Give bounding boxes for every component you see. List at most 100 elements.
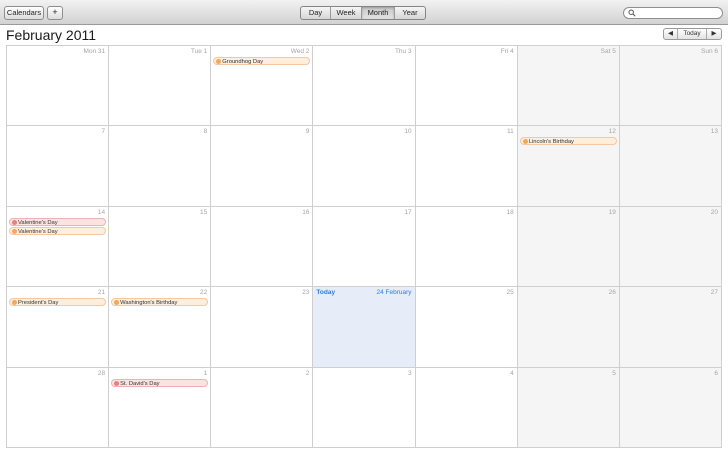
today-indicator: Today	[316, 289, 336, 297]
day-number: 12	[608, 128, 616, 136]
day-cell[interactable]: Thu 3	[313, 46, 416, 127]
day-number: 5	[612, 369, 616, 377]
event-list: Groundhog Day	[213, 57, 311, 66]
day-number: 17	[404, 208, 412, 216]
calendar-event[interactable]: Lincoln's Birthday	[519, 137, 617, 146]
day-number: 28	[97, 369, 106, 377]
day-number: 14	[97, 208, 106, 216]
day-cell[interactable]: 12 Lincoln's Birthday	[517, 126, 620, 207]
day-cell[interactable]: Fri 4	[415, 46, 518, 127]
day-cell[interactable]: 10	[313, 126, 416, 207]
day-cell[interactable]: 3	[313, 367, 416, 448]
calendar-event[interactable]: Groundhog Day	[213, 57, 311, 65]
day-cell[interactable]: 16	[211, 206, 314, 288]
day-number: 13	[710, 128, 718, 136]
calendars-button[interactable]: Calendars	[4, 6, 44, 20]
day-cell[interactable]: 9	[211, 126, 314, 207]
event-dot-icon	[114, 380, 120, 386]
event-list: President's Day	[9, 298, 107, 307]
day-cell[interactable]: Tue 1	[109, 46, 212, 127]
day-cell[interactable]: 13	[619, 126, 722, 207]
day-cell[interactable]: 19	[517, 206, 620, 288]
day-number: 4	[510, 369, 514, 377]
view-year-button[interactable]: Year	[395, 7, 425, 19]
view-month-button[interactable]: Month	[362, 7, 395, 19]
month-title: February 2011	[6, 27, 97, 43]
calendar-event[interactable]: St. David's Day	[111, 378, 209, 387]
day-number: Wed 2	[290, 48, 310, 55]
event-list: Washington's Birthday	[111, 298, 209, 307]
event-list: Valentine's Day Valentine's Day	[9, 217, 107, 236]
calendar-event[interactable]: Valentine's Day	[9, 226, 107, 235]
day-number: 24 February	[376, 289, 412, 297]
day-number: Thu 3	[394, 48, 412, 55]
day-number: 15	[200, 208, 208, 216]
search-input[interactable]	[623, 7, 723, 19]
day-cell[interactable]: Sat 5	[517, 46, 620, 127]
day-cell[interactable]: 20	[619, 206, 722, 288]
day-cell[interactable]: Sun 6	[619, 46, 722, 127]
event-title: Valentine's Day	[18, 228, 58, 235]
day-number: 7	[101, 128, 106, 136]
event-dot-icon	[12, 228, 17, 234]
day-number: 26	[608, 289, 616, 297]
day-cell[interactable]: 5	[517, 367, 620, 448]
day-cell[interactable]: 7	[7, 126, 110, 207]
day-cell[interactable]: 22 Washington's Birthday	[109, 287, 212, 368]
day-cell[interactable]: 17	[313, 206, 416, 288]
day-number: 19	[608, 208, 616, 216]
day-cell[interactable]: 6	[619, 367, 722, 448]
day-number: Fri 4	[500, 48, 514, 55]
day-number: Sat 5	[600, 48, 616, 55]
calendar-event[interactable]: Valentine's Day	[9, 217, 107, 226]
month-grid: Mon 31 Tue 1 Wed 2 Groundhog Day Thu 3 Fri 4 S…	[6, 45, 722, 448]
day-number: 20	[710, 208, 718, 216]
view-day-button[interactable]: Day	[301, 7, 331, 19]
day-number: 18	[506, 208, 514, 216]
day-cell[interactable]: 27	[619, 287, 722, 368]
day-cell[interactable]: 25	[415, 287, 518, 368]
event-title: President's Day	[18, 300, 59, 307]
next-month-button[interactable]: ▶	[707, 29, 721, 39]
day-cell[interactable]: Mon 31	[7, 46, 110, 127]
day-number: 16	[302, 208, 310, 216]
search-icon	[628, 9, 636, 17]
day-number: 21	[97, 289, 106, 297]
day-cell[interactable]: 18	[415, 206, 518, 288]
day-cell-today[interactable]: 24 February Today	[313, 287, 416, 368]
day-number: 23	[302, 289, 310, 297]
day-cell[interactable]: 14 Valentine's Day Valentine's Day	[7, 206, 110, 288]
day-number: 9	[305, 128, 310, 136]
day-cell[interactable]: 23	[211, 287, 314, 368]
date-navigation: ◀ Today ▶	[663, 28, 722, 40]
day-number: Sun 6	[701, 48, 718, 55]
add-calendar-button[interactable]: +	[47, 6, 63, 20]
day-number: 1	[203, 369, 208, 377]
event-title: Valentine's Day	[18, 219, 58, 226]
day-cell[interactable]: 2	[211, 367, 314, 448]
day-number: Mon 31	[83, 48, 106, 55]
calendar-event[interactable]: President's Day	[9, 298, 107, 307]
day-cell[interactable]: 21 President's Day	[7, 287, 110, 368]
day-cell[interactable]: 28	[7, 367, 110, 448]
today-button[interactable]: Today	[678, 29, 707, 39]
day-cell[interactable]: 8	[109, 126, 212, 207]
day-cell[interactable]: 11	[415, 126, 518, 207]
day-cell[interactable]: 1 St. David's Day	[109, 367, 212, 448]
day-number: 2	[305, 369, 310, 377]
day-number: 25	[506, 289, 514, 297]
event-title: Washington's Birthday	[120, 300, 178, 307]
calendar-event[interactable]: Washington's Birthday	[111, 298, 209, 307]
day-cell[interactable]: 26	[517, 287, 620, 368]
event-dot-icon	[522, 139, 528, 145]
event-list: St. David's Day	[111, 378, 209, 388]
day-number: Tue 1	[190, 48, 208, 55]
day-cell[interactable]: 4	[415, 367, 518, 448]
day-cell[interactable]: 15	[109, 206, 212, 288]
previous-month-button[interactable]: ◀	[664, 29, 678, 39]
day-number: 22	[200, 289, 208, 297]
event-dot-icon	[12, 219, 17, 225]
view-week-button[interactable]: Week	[331, 7, 362, 19]
event-dot-icon	[216, 59, 222, 64]
day-cell[interactable]: Wed 2 Groundhog Day	[211, 46, 314, 127]
